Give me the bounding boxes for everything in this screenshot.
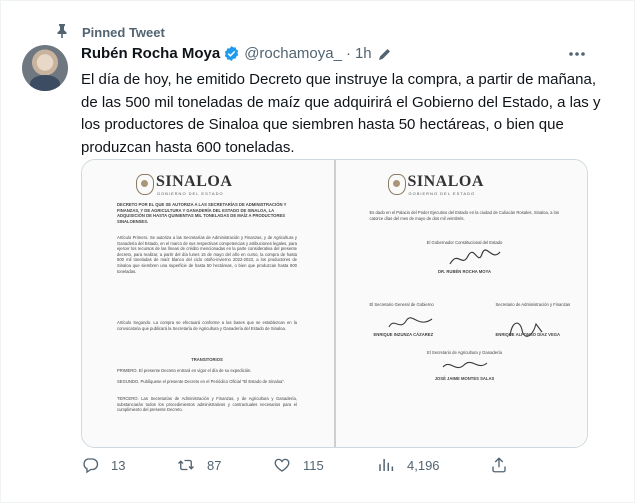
transitorio-third: TERCERO. Las Secretarías de Administraci… [117,396,297,413]
sec-general-title: El Secretario General de Gobierno [369,302,434,307]
tweet-text: El día de hoy, he emitido Decreto que in… [81,71,601,156]
edit-icon[interactable] [378,47,392,61]
tweet-timestamp[interactable]: 1h [355,45,372,62]
reply-icon [83,458,99,474]
article-second: Artículo Segundo. La compra se efectuará… [117,320,297,331]
sec-general-name: ENRIQUE INZUNZA CÁZAREZ [373,332,434,337]
brand-subtitle: GOBIERNO DEL ESTADO [157,191,224,196]
decree-heading: DECRETO POR EL QUE SE AUTORIZA A LAS SEC… [117,202,287,224]
like-button[interactable]: 115 [273,456,324,474]
tweet-header: Rubén Rocha Moya @rochamoya_ · 1h [81,45,392,62]
sec-finanzas-title: Secretario de Administración y Finanzas [495,302,571,307]
brand-subtitle: GOBIERNO DEL ESTADO [408,191,476,196]
more-icon[interactable] [567,46,587,62]
like-count: 115 [303,457,324,473]
views-count: 4,196 [407,457,440,473]
state-seal-icon [387,174,406,195]
tweet-action-bar: 13 87 115 4,196 [81,456,601,478]
verified-badge-icon [225,46,239,61]
like-icon [274,458,290,472]
brand-logo-text: SINALOA [407,173,484,190]
state-seal-icon [136,174,154,195]
retweet-button[interactable]: 87 [177,456,221,474]
sec-agricultura-title: El Secretario de Agricultura y Ganadería [427,350,502,355]
pinned-label: Pinned Tweet [82,25,165,40]
document-page-left: SINALOA GOBIERNO DEL ESTADO DECRETO POR … [82,160,334,447]
views-icon [379,459,394,471]
signing-statement: Es dado en el Palacio del Poder Ejecutiv… [369,210,560,221]
retweet-icon [178,459,194,471]
author-handle[interactable]: @rochamoya_ [244,45,342,62]
reply-count: 13 [111,457,126,473]
sec-general-signature-icon [388,317,432,328]
document-page-right: SINALOA GOBIERNO DEL ESTADO Es dado en e… [333,160,587,447]
reply-button[interactable]: 13 [81,456,125,474]
views-button[interactable]: 4,196 [377,456,440,474]
sec-agricultura-signature-icon [442,361,487,369]
avatar[interactable] [22,45,68,91]
pin-icon [57,24,67,38]
governor-signature-icon [448,249,500,265]
article-first: Artículo Primero. Se autoriza a las Secr… [117,235,297,274]
sec-agricultura-name: JOSÉ JAIME MONTES SALAS [434,376,495,381]
governor-name: DR. RUBÉN ROCHA MOYA [438,269,491,274]
retweet-count: 87 [207,457,222,473]
author-name[interactable]: Rubén Rocha Moya [81,45,220,62]
transitorio-first: PRIMERO. El presente Decreto entrará en … [117,368,252,373]
separator-dot: · [345,45,351,62]
share-button[interactable] [490,456,508,474]
governor-title: El Gobernador Constitucional del Estado [426,240,503,245]
transitorios-heading: TRANSITORIOS [191,357,223,362]
brand-logo-text: SINALOA [156,173,233,190]
share-icon [492,457,506,473]
tweet-media-image[interactable]: SINALOA GOBIERNO DEL ESTADO DECRETO POR … [81,159,588,448]
sec-finanzas-name: ENRIQUE ALFONSO DÍAZ VEGA [495,332,561,337]
transitorio-second: SEGUNDO. Publíquese el presente Decreto … [117,379,286,384]
